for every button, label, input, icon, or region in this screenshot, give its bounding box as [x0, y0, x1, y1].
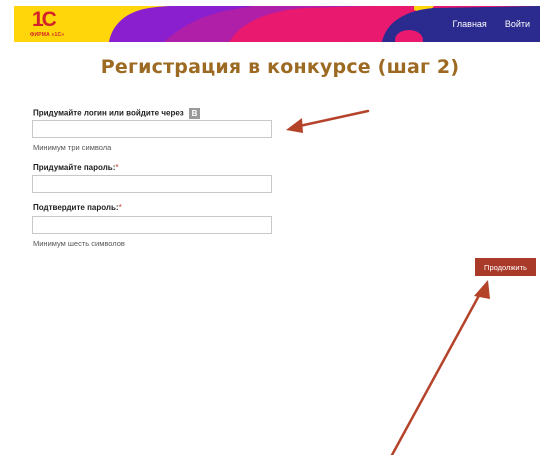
password-confirm-label-text: Подтвердите пароль:	[33, 203, 119, 212]
vk-login-icon[interactable]: B	[189, 108, 200, 119]
password-confirm-hint: Минимум шесть символов	[33, 239, 125, 248]
password-label: Придумайте пароль:*	[33, 163, 119, 172]
page-title: Регистрация в конкурсе (шаг 2)	[100, 56, 460, 78]
header-nav: Главная Войти	[453, 6, 530, 42]
password-label-text: Придумайте пароль:	[33, 163, 116, 172]
arrow-to-continue-button	[390, 288, 484, 455]
logo-subtext: ФИРМА «1С»	[30, 32, 65, 38]
nav-link-home[interactable]: Главная	[453, 19, 487, 29]
password-confirm-label: Подтвердите пароль:*	[33, 203, 122, 212]
nav-link-login[interactable]: Войти	[505, 19, 530, 29]
login-input[interactable]	[32, 120, 272, 138]
company-logo[interactable]: 1С ФИРМА «1С»	[30, 9, 70, 39]
site-header: 1С ФИРМА «1С» Главная Войти	[14, 6, 540, 42]
password-confirm-input[interactable]	[32, 216, 272, 234]
login-label: Придумайте логин или войдите через B	[33, 108, 200, 119]
logo-mark: 1С	[32, 8, 57, 31]
continue-button[interactable]: Продолжить	[475, 258, 536, 276]
password-confirm-required-mark: *	[118, 203, 122, 212]
password-required-mark: *	[115, 163, 119, 172]
arrow-to-login-input	[293, 109, 370, 129]
arrow-head-login	[286, 118, 303, 133]
login-hint: Минимум три символа	[33, 143, 112, 152]
password-input[interactable]	[32, 175, 272, 193]
login-label-text: Придумайте логин или войдите через	[33, 108, 184, 118]
arrow-head-continue	[474, 280, 490, 299]
